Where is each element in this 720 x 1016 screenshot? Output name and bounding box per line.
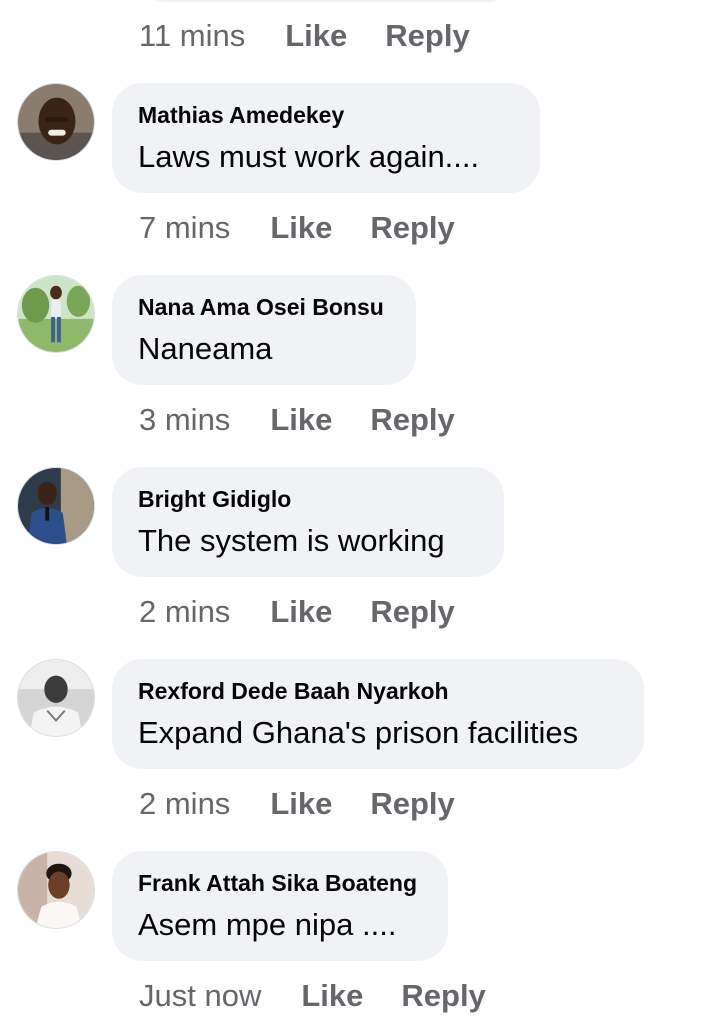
comment-text: Laws must work again....	[138, 139, 480, 174]
comment-bubble: Nana Ama Osei Bonsu Naneama	[112, 275, 416, 385]
reply-button[interactable]: Reply	[370, 784, 454, 824]
comment-author[interactable]: Bright Gidiglo	[138, 485, 478, 513]
reply-button[interactable]: Reply	[370, 592, 454, 632]
comment-timestamp: 2 mins	[139, 594, 231, 629]
reply-button[interactable]: Reply	[401, 976, 485, 1016]
like-button[interactable]: Like	[270, 784, 332, 824]
comment-author[interactable]: Frank Attah Sika Boateng	[138, 869, 422, 897]
comment-timestamp: 7 mins	[139, 210, 231, 245]
avatar[interactable]	[17, 851, 95, 929]
comment-item: Nana Ama Osei Bonsu Naneama	[0, 275, 720, 387]
comment-bubble: Frank Attah Sika Boateng Asem mpe nipa .…	[112, 851, 448, 961]
comment-timestamp: Just now	[139, 978, 262, 1013]
comment-text: Asem mpe nipa ....	[138, 907, 397, 942]
previous-comment-actions: 11 mins Like Reply	[139, 16, 508, 56]
comment-actions: 3 mins Like Reply	[139, 400, 493, 440]
comment-actions: 2 mins Like Reply	[139, 784, 493, 824]
comment-actions: 2 mins Like Reply	[139, 592, 493, 632]
profile-photo-icon	[18, 852, 94, 928]
comment-text: Naneama	[138, 331, 273, 366]
comment-text: Expand Ghana's prison facilities	[138, 715, 579, 750]
comment-bubble: Rexford Dede Baah Nyarkoh Expand Ghana's…	[112, 659, 644, 769]
avatar[interactable]	[17, 83, 95, 161]
comment-bubble: Mathias Amedekey Laws must work again...…	[112, 83, 540, 193]
comment-timestamp: 11 mins	[139, 18, 246, 53]
comment-actions: Just now Like Reply	[139, 976, 524, 1016]
comment-item: Bright Gidiglo The system is working	[0, 467, 720, 579]
comment-bubble: Bright Gidiglo The system is working	[112, 467, 504, 577]
comment-item: Mathias Amedekey Laws must work again...…	[0, 83, 720, 195]
comment-item: Frank Attah Sika Boateng Asem mpe nipa .…	[0, 851, 720, 963]
previous-comment-bubble	[140, 0, 512, 2]
reply-button[interactable]: Reply	[385, 16, 469, 56]
avatar[interactable]	[17, 659, 95, 737]
like-button[interactable]: Like	[270, 400, 332, 440]
profile-photo-icon	[18, 276, 94, 352]
like-button[interactable]: Like	[301, 976, 363, 1016]
like-button[interactable]: Like	[270, 592, 332, 632]
like-button[interactable]: Like	[270, 208, 332, 248]
comment-item: Rexford Dede Baah Nyarkoh Expand Ghana's…	[0, 659, 720, 771]
reply-button[interactable]: Reply	[370, 208, 454, 248]
avatar[interactable]	[17, 467, 95, 545]
comment-timestamp: 3 mins	[139, 402, 231, 437]
profile-photo-icon	[18, 660, 94, 736]
profile-photo-icon	[18, 468, 94, 544]
comment-author[interactable]: Mathias Amedekey	[138, 101, 514, 129]
profile-photo-icon	[18, 84, 94, 160]
comment-timestamp: 2 mins	[139, 786, 231, 821]
like-button[interactable]: Like	[285, 16, 347, 56]
comment-author[interactable]: Rexford Dede Baah Nyarkoh	[138, 677, 618, 705]
comment-text: The system is working	[138, 523, 445, 558]
comment-author[interactable]: Nana Ama Osei Bonsu	[138, 293, 390, 321]
comment-actions: 7 mins Like Reply	[139, 208, 493, 248]
reply-button[interactable]: Reply	[370, 400, 454, 440]
avatar[interactable]	[17, 275, 95, 353]
